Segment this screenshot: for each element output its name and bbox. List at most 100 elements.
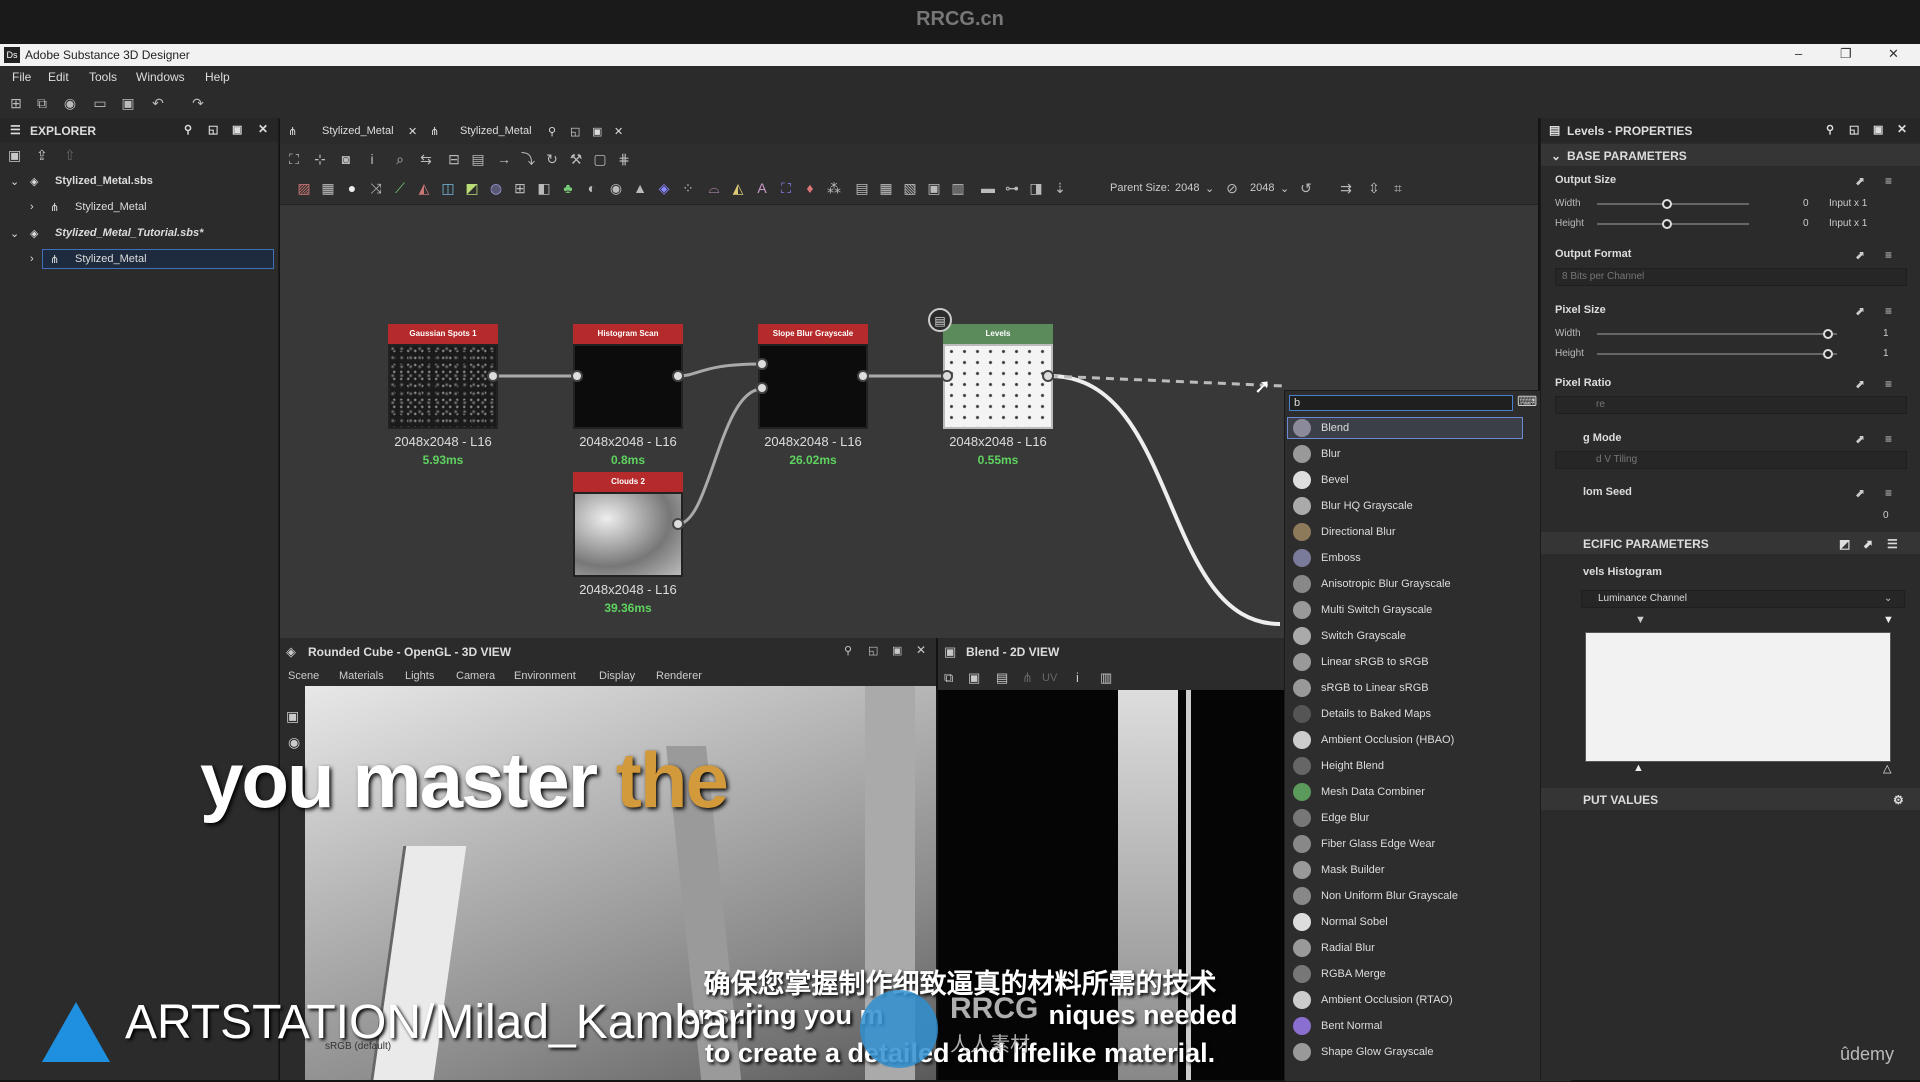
output-format-dropdown[interactable]: 8 Bits per Channel bbox=[1555, 268, 1907, 286]
new-graph-icon[interactable]: ⊞ bbox=[8, 95, 24, 111]
info-icon[interactable]: i bbox=[1076, 670, 1079, 685]
node-histogram-scan[interactable]: Histogram Scan 2048x2048 - L16 0.8ms bbox=[573, 324, 683, 467]
pin-icon[interactable]: ⚲ bbox=[548, 125, 556, 138]
open-folder-icon[interactable]: ▭ bbox=[92, 95, 108, 111]
blend-node-icon[interactable]: ⤨ bbox=[368, 180, 384, 196]
maximize-panel-icon[interactable]: ▣ bbox=[1873, 123, 1883, 136]
mask-icon[interactable]: ♣ bbox=[560, 180, 576, 196]
node-search-input[interactable] bbox=[1289, 395, 1513, 411]
chevron-down-icon[interactable]: ⌄ bbox=[1280, 182, 1289, 195]
input-port[interactable] bbox=[941, 370, 953, 382]
pixel-width-slider[interactable] bbox=[1597, 333, 1837, 335]
tree-graph-stylized-metal[interactable]: › ⋔ Stylized_Metal bbox=[0, 196, 276, 218]
channel-dropdown[interactable]: Luminance Channel ⌄ bbox=[1581, 590, 1905, 608]
histogram-marker-icon[interactable]: △ bbox=[1883, 762, 1891, 775]
keyboard-icon[interactable]: ⌨ bbox=[1517, 393, 1537, 410]
preset-icon[interactable]: ◩ bbox=[1839, 537, 1850, 551]
text-icon[interactable]: A bbox=[754, 180, 770, 196]
parameter-menu-icon[interactable]: ≡ bbox=[1885, 248, 1892, 262]
wrench-icon[interactable]: ⚒ bbox=[568, 151, 584, 167]
maximize-icon[interactable]: ❐ bbox=[1840, 46, 1852, 62]
search-result-item[interactable]: Edge Blur bbox=[1285, 805, 1525, 831]
transform-icon[interactable]: ◫ bbox=[440, 180, 456, 196]
camera-icon[interactable]: ▣ bbox=[286, 708, 299, 725]
frame-node-icon[interactable]: ◨ bbox=[1028, 180, 1044, 196]
collapse-arrow-icon[interactable]: ⌄ bbox=[10, 175, 19, 188]
uniform-color-icon[interactable]: ● bbox=[344, 180, 360, 196]
input-port[interactable] bbox=[756, 382, 768, 394]
node-levels[interactable]: Levels 2048x2048 - L16 0.55ms bbox=[943, 324, 1053, 467]
search-result-item[interactable]: Height Blend bbox=[1285, 753, 1525, 779]
histogram-marker-icon[interactable]: ▼ bbox=[1883, 614, 1894, 626]
chevron-down-icon[interactable]: ⌄ bbox=[1205, 182, 1214, 195]
menu-tools[interactable]: Tools bbox=[89, 70, 117, 84]
random-seed-value[interactable]: 0 bbox=[1883, 510, 1889, 521]
refresh-icon[interactable]: ↻ bbox=[544, 151, 560, 167]
output-port[interactable] bbox=[672, 518, 684, 530]
tile-view-icon[interactable]: ⋔ bbox=[1022, 670, 1033, 686]
search-result-item[interactable]: Multi Switch Grayscale bbox=[1285, 597, 1525, 623]
warp-icon[interactable]: ◭ bbox=[730, 180, 746, 196]
search-result-item[interactable]: Fiber Glass Edge Wear bbox=[1285, 831, 1525, 857]
tiling-mode-dropdown[interactable]: d V Tiling bbox=[1555, 451, 1907, 469]
arrow-icon[interactable]: → bbox=[496, 151, 512, 167]
search-result-item[interactable]: Ambient Occlusion (HBAO) bbox=[1285, 727, 1525, 753]
search-result-item[interactable]: Blend bbox=[1285, 415, 1525, 441]
parameter-menu-icon[interactable]: ≡ bbox=[1885, 304, 1892, 318]
output-width-mode[interactable]: Input x 1 bbox=[1829, 198, 1867, 209]
normal-icon[interactable]: ◈ bbox=[656, 180, 672, 196]
crop-icon[interactable]: ⛶ bbox=[778, 180, 794, 196]
slider-knob[interactable] bbox=[1662, 219, 1672, 229]
histogram-marker-icon[interactable]: ▼ bbox=[1635, 614, 1646, 626]
float-icon[interactable]: ◱ bbox=[570, 125, 580, 138]
noise-icon[interactable]: ◐ bbox=[584, 180, 600, 196]
dot-node-icon[interactable]: ⊶ bbox=[1004, 180, 1020, 196]
node-clouds-2[interactable]: Clouds 2 2048x2048 - L16 39.36ms bbox=[573, 472, 683, 615]
levels-histogram[interactable] bbox=[1585, 632, 1891, 762]
close-icon[interactable]: ✕ bbox=[1888, 46, 1899, 62]
crop-tool-icon[interactable]: ⌗ bbox=[1390, 180, 1406, 196]
link-parameter-icon[interactable]: ⬈ bbox=[1855, 174, 1865, 188]
maximize-panel-icon[interactable]: ▣ bbox=[232, 123, 242, 136]
curve-icon[interactable]: ⟋ bbox=[392, 180, 408, 196]
tile-icon[interactable]: ⊞ bbox=[512, 180, 528, 196]
svg-node-icon[interactable]: ▦ bbox=[320, 180, 336, 196]
search-result-item[interactable]: Anisotropic Blur Grayscale bbox=[1285, 571, 1525, 597]
specific-parameters-header[interactable]: ECIFIC PARAMETERS ◩ ⬈ ☰ bbox=[1541, 532, 1920, 554]
input-values-header[interactable]: PUT VALUES ⚙ bbox=[1541, 788, 1920, 810]
menu-renderer[interactable]: Renderer bbox=[656, 670, 702, 682]
pixel-width-value[interactable]: 1 bbox=[1883, 328, 1889, 339]
output-port[interactable] bbox=[857, 370, 869, 382]
minimize-icon[interactable]: – bbox=[1795, 46, 1802, 61]
pin-icon[interactable]: ⚲ bbox=[1826, 123, 1834, 136]
tree-graph-tutorial-selected[interactable]: › ⋔ Stylized_Metal bbox=[0, 248, 276, 270]
comment-node-icon[interactable]: ▬ bbox=[980, 180, 996, 196]
link-parameter-icon[interactable]: ⬈ bbox=[1855, 486, 1865, 500]
pin-node-icon[interactable]: ⇣ bbox=[1052, 180, 1068, 196]
link-parameter-icon[interactable]: ⬈ bbox=[1855, 304, 1865, 318]
search-result-item[interactable]: Non Uniform Blur Grayscale bbox=[1285, 883, 1525, 909]
grid-icon[interactable]: ▤ bbox=[470, 151, 486, 167]
output-port[interactable] bbox=[487, 370, 499, 382]
reset-icon[interactable]: ↺ bbox=[1298, 180, 1314, 196]
float-icon[interactable]: ◱ bbox=[868, 644, 878, 657]
expand-arrow-icon[interactable]: › bbox=[30, 201, 34, 213]
link-icon[interactable]: ⇆ bbox=[418, 151, 434, 167]
parameter-menu-icon[interactable]: ≡ bbox=[1885, 174, 1892, 188]
fit-view-icon[interactable]: ⧉ bbox=[944, 670, 953, 686]
levels-icon[interactable]: ◩ bbox=[464, 180, 480, 196]
close-panel-icon[interactable]: ✕ bbox=[916, 643, 926, 657]
close-panel-icon[interactable]: ✕ bbox=[258, 122, 268, 136]
input-port[interactable] bbox=[756, 358, 768, 370]
size-dropdown[interactable]: 2048 bbox=[1250, 182, 1274, 194]
menu-environment[interactable]: Environment bbox=[514, 670, 576, 682]
copy-icon[interactable]: ▤ bbox=[996, 670, 1008, 686]
channel-icon[interactable]: ▤ bbox=[854, 180, 870, 196]
fx-map-icon[interactable]: ⌓ bbox=[706, 180, 722, 196]
camera-icon[interactable]: ◙ bbox=[338, 151, 354, 167]
pixel-height-slider[interactable] bbox=[1597, 353, 1837, 355]
save-package-icon[interactable]: ▣ bbox=[8, 147, 21, 164]
frame-icon[interactable]: ⛶ bbox=[286, 151, 302, 167]
save-icon[interactable]: ▣ bbox=[968, 670, 980, 686]
search-result-item[interactable]: Blur bbox=[1285, 441, 1525, 467]
